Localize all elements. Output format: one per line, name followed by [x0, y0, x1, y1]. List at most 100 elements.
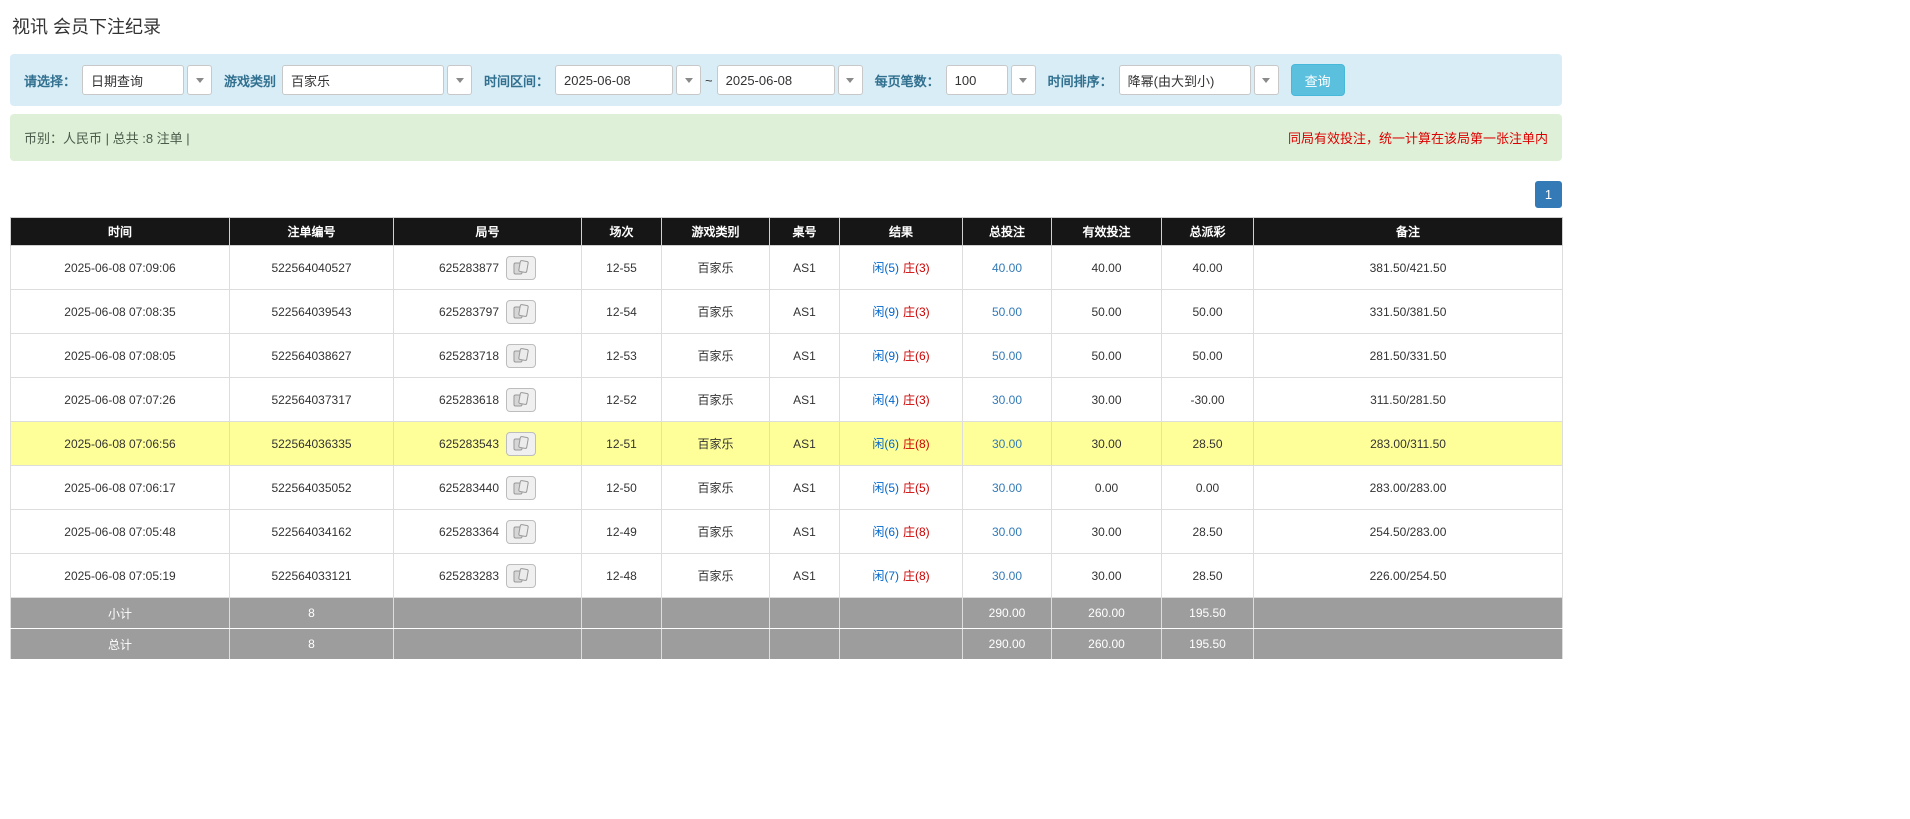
cards-icon [513, 436, 529, 451]
caret-down-icon [846, 78, 854, 83]
cell-result: 闲(7)庄(8) [840, 554, 963, 598]
cell-table-no: AS1 [770, 554, 840, 598]
cell-remark: 283.00/283.00 [1254, 466, 1563, 510]
time-range-label: 时间区间： [484, 71, 549, 90]
cell-bet-id: 522564040527 [230, 246, 394, 290]
total-empty-result [840, 629, 963, 660]
caret-down-icon [196, 78, 204, 83]
cell-bet-id: 522564036335 [230, 422, 394, 466]
total-valid-bet: 260.00 [1052, 629, 1162, 660]
cell-remark: 311.50/281.50 [1254, 378, 1563, 422]
pagination: 1 [10, 181, 1562, 208]
total-payout: 195.50 [1162, 629, 1254, 660]
result-player: 闲(6) [872, 437, 899, 451]
date-to-combo [717, 65, 863, 95]
cell-time: 2025-06-08 07:09:06 [11, 246, 230, 290]
result-player: 闲(7) [872, 569, 899, 583]
round-id-text: 625283877 [439, 261, 499, 275]
query-type-combo [82, 65, 212, 95]
date-from-input[interactable] [555, 65, 673, 95]
cell-session: 12-53 [582, 334, 662, 378]
cell-session: 12-50 [582, 466, 662, 510]
search-button[interactable]: 查询 [1291, 64, 1345, 96]
date-to-input[interactable] [717, 65, 835, 95]
cell-game-type: 百家乐 [662, 378, 770, 422]
cell-remark: 331.50/381.50 [1254, 290, 1563, 334]
view-round-detail-button[interactable] [506, 300, 536, 324]
header-result: 结果 [840, 218, 963, 246]
view-round-detail-button[interactable] [506, 432, 536, 456]
view-round-detail-button[interactable] [506, 564, 536, 588]
total-bet-link[interactable]: 40.00 [992, 261, 1022, 275]
cell-game-type: 百家乐 [662, 334, 770, 378]
cell-payout: 50.00 [1162, 290, 1254, 334]
cell-round-id: 625283543 [394, 422, 582, 466]
cell-bet-id: 522564037317 [230, 378, 394, 422]
cell-valid-bet: 0.00 [1052, 466, 1162, 510]
view-round-detail-button[interactable] [506, 256, 536, 280]
date-to-caret-button[interactable] [838, 65, 863, 95]
cell-game-type: 百家乐 [662, 466, 770, 510]
total-bet-link[interactable]: 30.00 [992, 481, 1022, 495]
page-1-button[interactable]: 1 [1535, 181, 1562, 208]
cell-time: 2025-06-08 07:06:17 [11, 466, 230, 510]
view-round-detail-button[interactable] [506, 388, 536, 412]
cell-table-no: AS1 [770, 422, 840, 466]
header-time: 时间 [11, 218, 230, 246]
total-count: 8 [230, 629, 394, 660]
result-banker: 庄(3) [903, 261, 930, 275]
cell-session: 12-49 [582, 510, 662, 554]
cell-remark: 283.00/311.50 [1254, 422, 1563, 466]
table-row: 2025-06-08 07:06:56 522564036335 6252835… [11, 422, 1563, 466]
cell-total-bet: 50.00 [963, 290, 1052, 334]
total-bet-link[interactable]: 30.00 [992, 569, 1022, 583]
header-table-no: 桌号 [770, 218, 840, 246]
subtotal-empty-table-no [770, 598, 840, 629]
cell-total-bet: 30.00 [963, 466, 1052, 510]
view-round-detail-button[interactable] [506, 520, 536, 544]
view-round-detail-button[interactable] [506, 344, 536, 368]
total-bet-link[interactable]: 50.00 [992, 349, 1022, 363]
sort-input[interactable] [1119, 65, 1251, 95]
game-type-input[interactable] [282, 65, 444, 95]
result-player: 闲(4) [872, 393, 899, 407]
total-empty-table-no [770, 629, 840, 660]
table-row: 2025-06-08 07:06:17 522564035052 6252834… [11, 466, 1563, 510]
cell-round-id: 625283440 [394, 466, 582, 510]
total-bet-link[interactable]: 30.00 [992, 525, 1022, 539]
round-id-text: 625283797 [439, 305, 499, 319]
header-payout: 总派彩 [1162, 218, 1254, 246]
result-player: 闲(6) [872, 525, 899, 539]
cell-bet-id: 522564033121 [230, 554, 394, 598]
page-size-input[interactable] [946, 65, 1008, 95]
cards-icon [513, 392, 529, 407]
round-id-text: 625283283 [439, 569, 499, 583]
date-from-caret-button[interactable] [676, 65, 701, 95]
cell-remark: 381.50/421.50 [1254, 246, 1563, 290]
subtotal-empty-remark [1254, 598, 1563, 629]
total-bet-link[interactable]: 50.00 [992, 305, 1022, 319]
cards-icon [513, 524, 529, 539]
total-bet-link[interactable]: 30.00 [992, 393, 1022, 407]
cell-total-bet: 30.00 [963, 422, 1052, 466]
round-id-text: 625283618 [439, 393, 499, 407]
result-banker: 庄(3) [903, 393, 930, 407]
header-game-type: 游戏类别 [662, 218, 770, 246]
table-row: 2025-06-08 07:05:19 522564033121 6252832… [11, 554, 1563, 598]
cell-payout: 0.00 [1162, 466, 1254, 510]
total-bet-link[interactable]: 30.00 [992, 437, 1022, 451]
query-type-caret-button[interactable] [187, 65, 212, 95]
result-player: 闲(9) [872, 349, 899, 363]
subtotal-row: 小计 8 290.00 260.00 195.50 [11, 598, 1563, 629]
cell-remark: 226.00/254.50 [1254, 554, 1563, 598]
sort-caret-button[interactable] [1254, 65, 1279, 95]
game-type-caret-button[interactable] [447, 65, 472, 95]
view-round-detail-button[interactable] [506, 476, 536, 500]
page-size-caret-button[interactable] [1011, 65, 1036, 95]
cell-game-type: 百家乐 [662, 510, 770, 554]
cell-payout: 28.50 [1162, 510, 1254, 554]
page-size-combo [946, 65, 1036, 95]
query-type-input[interactable] [82, 65, 184, 95]
filter-bar: 请选择： 游戏类别 时间区间： ~ 每页笔数： 时间排序： [10, 54, 1562, 106]
table-row: 2025-06-08 07:08:05 522564038627 6252837… [11, 334, 1563, 378]
